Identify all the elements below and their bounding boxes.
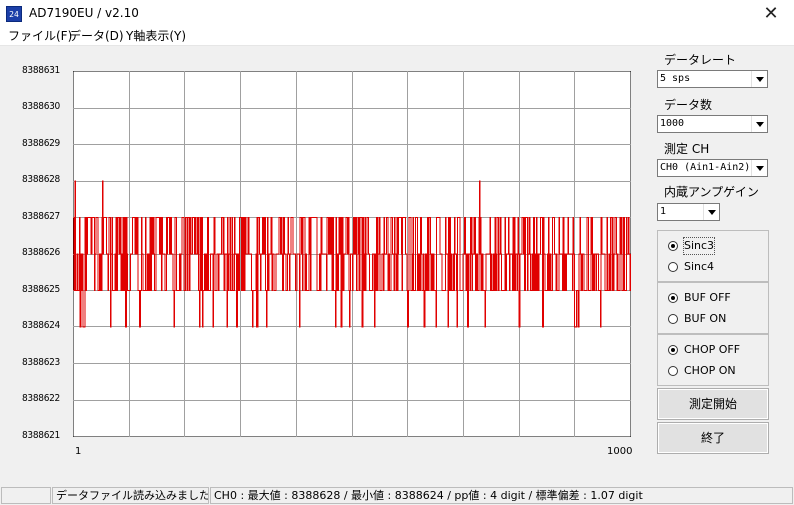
status-pane-stats: CH0 : 最大値 : 8388628 / 最小値 : 8388624 / pp…: [210, 487, 793, 504]
y-tick-label: 8388623: [22, 356, 60, 368]
y-tick-label: 8388629: [22, 137, 60, 149]
data-rate-label: データレート: [664, 53, 737, 67]
y-tick-label: 8388626: [22, 247, 60, 258]
status-pane-message: データファイル読み込みました: [52, 487, 209, 504]
y-tick-label: 8388625: [22, 283, 60, 295]
y-tick-label: 8388628: [22, 174, 60, 185]
chevron-down-icon[interactable]: [703, 204, 719, 220]
waveform-plot: [73, 71, 631, 437]
data-rate-select[interactable]: 5 sps: [657, 70, 768, 88]
gain-label: 内蔵アンプゲイン: [664, 185, 759, 199]
data-count-label: データ数: [664, 98, 713, 112]
menu-data[interactable]: データ(D): [69, 28, 124, 46]
y-tick-label: 8388624: [22, 320, 60, 331]
status-bar: データファイル読み込みました CH0 : 最大値 : 8388628 / 最小値…: [0, 486, 794, 505]
buffer-group: BUF OFF BUF ON: [657, 282, 769, 334]
y-tick-label: 8388627: [22, 210, 60, 222]
chevron-down-icon[interactable]: [751, 71, 767, 87]
radio-selected-icon: [668, 241, 678, 251]
y-tick-label: 8388630: [22, 101, 60, 112]
chop-group: CHOP OFF CHOP ON: [657, 334, 769, 386]
gain-value: 1: [660, 206, 667, 217]
data-count-select[interactable]: 1000: [657, 115, 768, 133]
y-tick-label: 8388631: [22, 64, 60, 76]
radio-empty-icon: [668, 262, 678, 272]
menu-file[interactable]: ファイル(F): [8, 28, 72, 46]
channel-value: CH0 (Ain1-Ain2): [660, 162, 751, 173]
channel-label: 測定 CH: [664, 142, 710, 156]
radio-empty-icon: [668, 366, 678, 376]
close-button[interactable]: ✕: [748, 0, 794, 28]
y-tick-label: 8388621: [22, 429, 60, 441]
y-tick-label: 8388622: [22, 393, 60, 404]
filter-group: Sinc3 Sinc4: [657, 230, 769, 282]
radio-empty-icon: [668, 314, 678, 324]
start-measurement-button[interactable]: 測定開始: [657, 388, 769, 420]
radio-selected-icon: [668, 345, 678, 355]
gain-select[interactable]: 1: [657, 203, 720, 221]
chevron-down-icon[interactable]: [751, 160, 767, 176]
radio-selected-icon: [668, 293, 678, 303]
menu-bar: ファイル(F) データ(D) Y軸表示(Y): [0, 28, 794, 46]
exit-button[interactable]: 終了: [657, 422, 769, 454]
menu-y-axis[interactable]: Y軸表示(Y): [126, 28, 186, 46]
x-tick-label-start: 1: [75, 446, 82, 457]
title-bar: 24 AD7190EU / v2.10 ✕: [0, 0, 794, 28]
chevron-down-icon[interactable]: [751, 116, 767, 132]
window-title: AD7190EU / v2.10: [29, 6, 139, 20]
data-rate-value: 5 sps: [660, 73, 691, 84]
channel-select[interactable]: CH0 (Ain1-Ain2): [657, 159, 768, 177]
x-tick-label-end: 1000: [607, 446, 633, 457]
app-icon: 24: [6, 6, 22, 22]
status-pane-1: [1, 487, 51, 504]
data-count-value: 1000: [660, 118, 685, 129]
